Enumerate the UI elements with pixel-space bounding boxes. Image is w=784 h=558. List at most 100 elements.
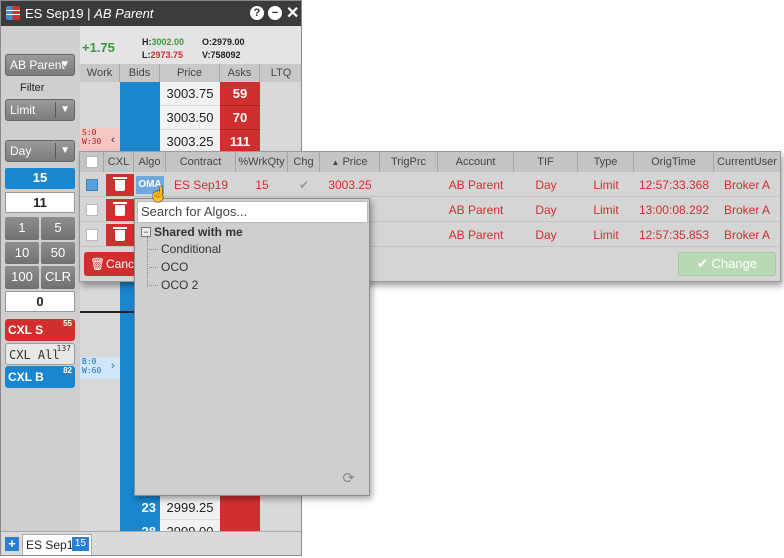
clear-button[interactable]: CLR — [41, 266, 75, 289]
qty-button-50[interactable]: 50 — [41, 241, 75, 265]
cancel-all-count: 137 — [56, 344, 71, 353]
account-cell: AB Parent — [448, 178, 504, 192]
price-cell[interactable]: 2999.25 — [160, 496, 220, 520]
market-info: +1.75 H:3002.00 O:2979.00 L:2973.75 V:75… — [80, 26, 301, 64]
price-cell[interactable]: 3003.75 — [160, 82, 220, 106]
trash-icon[interactable] — [106, 174, 134, 196]
quantity-input[interactable]: 11 — [5, 192, 75, 213]
header-wrkqty[interactable]: %WrkQty — [236, 152, 288, 172]
tab-es-sep19[interactable]: ES Sep19 15 — [22, 534, 92, 555]
change-button[interactable]: ✔ Change — [678, 252, 776, 276]
header-contract[interactable]: Contract — [166, 152, 236, 172]
type-cell: Limit — [593, 228, 619, 242]
user-cell: Broker A — [723, 178, 771, 192]
algo-item-oco[interactable]: OCO — [148, 260, 188, 274]
type-cell: Limit — [593, 178, 619, 192]
user-cell: Broker A — [723, 203, 771, 217]
tree-line — [147, 237, 148, 287]
trash-icon[interactable] — [106, 224, 134, 246]
volume: V:758092 — [202, 50, 241, 60]
header-origtime[interactable]: OrigTime — [634, 152, 714, 172]
header-trigprc[interactable]: TrigPrc — [380, 152, 438, 172]
minimize-icon[interactable]: − — [268, 6, 282, 20]
order-type-dropdown[interactable]: Limit ▼ — [5, 99, 75, 121]
window-title: ES Sep19 | AB Parent — [25, 6, 154, 21]
app-icon — [6, 6, 20, 20]
ask-cell[interactable]: 59 — [220, 82, 260, 106]
tab-quantity-badge: 15 — [71, 537, 89, 551]
header-asks[interactable]: Asks — [220, 64, 260, 82]
header-select[interactable] — [80, 152, 104, 172]
tif-cell: Day — [535, 203, 557, 217]
header-account[interactable]: Account — [438, 152, 514, 172]
wrkqty-cell: 15 — [255, 178, 269, 192]
header-price[interactable]: ▲ Price — [320, 152, 380, 172]
title-bar[interactable]: ES Sep19 | AB Parent ? − ✕ — [1, 1, 301, 26]
filter-label: Filter — [20, 82, 45, 94]
header-chg[interactable]: Chg — [288, 152, 320, 172]
header-tif[interactable]: TIF — [514, 152, 578, 172]
offset-input[interactable]: 0 — [5, 291, 75, 312]
help-icon[interactable]: ? — [250, 6, 264, 20]
cancel-sells-count: 55 — [63, 319, 72, 328]
dropdown-arrow-icon: ▼ — [60, 59, 70, 70]
header-price[interactable]: Price — [160, 64, 220, 82]
qty-button-5[interactable]: 5 — [41, 217, 75, 240]
select-all-checkbox[interactable] — [86, 156, 98, 168]
chevron-left-icon: ‹ — [111, 134, 115, 146]
order-row[interactable]: OMA ES Sep19 15 ✔ 3003.25 AB Parent Day … — [80, 173, 780, 197]
account-cell: AB Parent — [448, 203, 504, 217]
trash-icon: 🗑 — [90, 257, 106, 271]
refresh-icon[interactable]: ⟳ — [342, 469, 355, 487]
row-checkbox[interactable] — [86, 204, 98, 216]
bid-cell[interactable]: 23 — [120, 496, 160, 520]
user-cell: Broker A — [723, 228, 771, 242]
contract-cell: ES Sep19 — [173, 178, 229, 192]
bottom-tab-bar: + ES Sep19 15 — [1, 531, 301, 555]
header-bids[interactable]: Bids — [120, 64, 160, 82]
ask-cell[interactable]: 70 — [220, 106, 260, 130]
account-dropdown[interactable]: AB Parent ▼ — [5, 54, 75, 76]
header-currentuser[interactable]: CurrentUser — [714, 152, 780, 172]
chevron-right-icon: › — [111, 360, 115, 372]
sort-asc-icon: ▲ — [331, 158, 340, 167]
algo-group-shared[interactable]: − Shared with me — [141, 225, 243, 239]
row-checkbox[interactable] — [86, 229, 98, 241]
header-ltq[interactable]: LTQ — [260, 64, 301, 82]
algo-item-conditional[interactable]: Conditional — [148, 242, 221, 256]
selected-quantity[interactable]: 15 — [5, 168, 75, 189]
algo-menu: Search for Algos... − Shared with me Cond… — [134, 198, 370, 496]
type-cell: Limit — [593, 203, 619, 217]
header-cxl[interactable]: CXL — [104, 152, 134, 172]
tif-dropdown[interactable]: Day ▼ — [5, 140, 75, 162]
algo-item-oco-2[interactable]: OCO 2 — [148, 278, 198, 292]
tif-cell: Day — [535, 178, 557, 192]
trash-icon[interactable] — [106, 199, 134, 221]
checkmark-icon: ✔ — [298, 178, 310, 192]
quantity-buttons: 1 5 10 50 100 CLR — [5, 217, 75, 289]
header-algo[interactable]: Algo — [134, 152, 166, 172]
dropdown-arrow-icon: ▼ — [60, 145, 70, 156]
qty-button-10[interactable]: 10 — [5, 241, 39, 265]
hand-cursor-icon: ☝ — [149, 186, 168, 203]
qty-button-100[interactable]: 100 — [5, 266, 39, 289]
collapse-icon[interactable]: − — [141, 227, 151, 237]
net-change: +1.75 — [82, 40, 115, 55]
qty-button-1[interactable]: 1 — [5, 217, 39, 240]
cancel-buys-button[interactable]: CXL B 82 — [5, 366, 75, 388]
checkmark-icon: ✔ — [696, 256, 708, 271]
price-cell[interactable]: 3003.25 — [320, 173, 380, 197]
header-work[interactable]: Work — [80, 64, 120, 82]
low-price: L:2973.75 — [142, 50, 184, 60]
price-cell[interactable]: 3003.50 — [160, 106, 220, 130]
origtime-cell: 12:57:35.853 — [638, 228, 710, 242]
add-tab-icon[interactable]: + — [5, 537, 19, 551]
row-checkbox[interactable] — [86, 179, 98, 191]
algo-search-input[interactable]: Search for Algos... — [137, 201, 368, 223]
tif-cell: Day — [535, 228, 557, 242]
header-type[interactable]: Type — [578, 152, 634, 172]
close-icon[interactable]: ✕ — [286, 1, 299, 26]
origtime-cell: 12:57:33.368 — [638, 178, 710, 192]
cancel-button[interactable]: 🗑 Cancel — [84, 252, 140, 276]
account-cell: AB Parent — [448, 228, 504, 242]
